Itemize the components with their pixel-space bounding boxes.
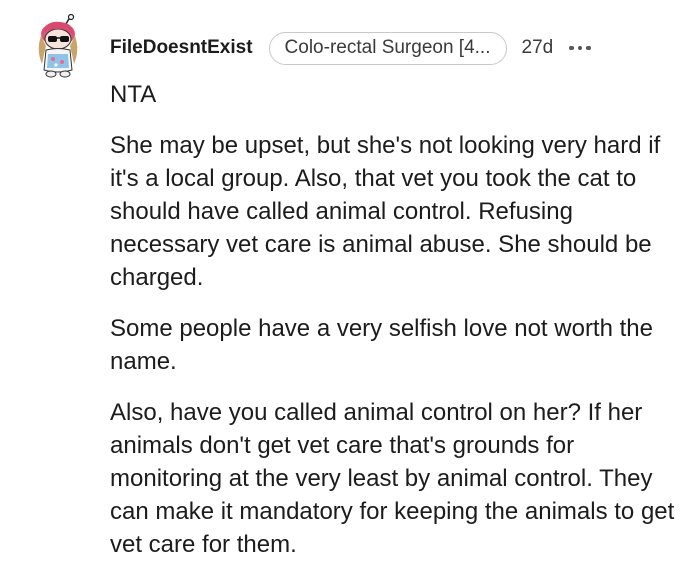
dot xyxy=(577,45,583,51)
user-flair[interactable]: Colo-rectal Surgeon [4... xyxy=(268,31,507,65)
comment-paragraph: Some people have a very selfish love not… xyxy=(110,315,653,375)
comment-paragraph: Also, have you called animal control on … xyxy=(110,399,675,558)
comment-body: NTA She may be upset, but she's not look… xyxy=(110,78,685,561)
snoo-avatar-icon xyxy=(38,13,78,78)
user-avatar[interactable] xyxy=(32,13,88,80)
comment-header: FileDoesntExist Colo-rectal Surgeon [4..… xyxy=(110,31,593,65)
comment: FileDoesntExist Colo-rectal Surgeon [4..… xyxy=(0,0,700,567)
more-options-icon[interactable] xyxy=(567,42,593,55)
comment-paragraph: NTA xyxy=(110,81,157,108)
comment-paragraph: She may be upset, but she's not looking … xyxy=(110,132,661,291)
comment-age: 27d xyxy=(521,37,554,58)
username-link[interactable]: FileDoesntExist xyxy=(110,37,253,59)
dot xyxy=(586,45,591,51)
dot xyxy=(569,45,574,51)
